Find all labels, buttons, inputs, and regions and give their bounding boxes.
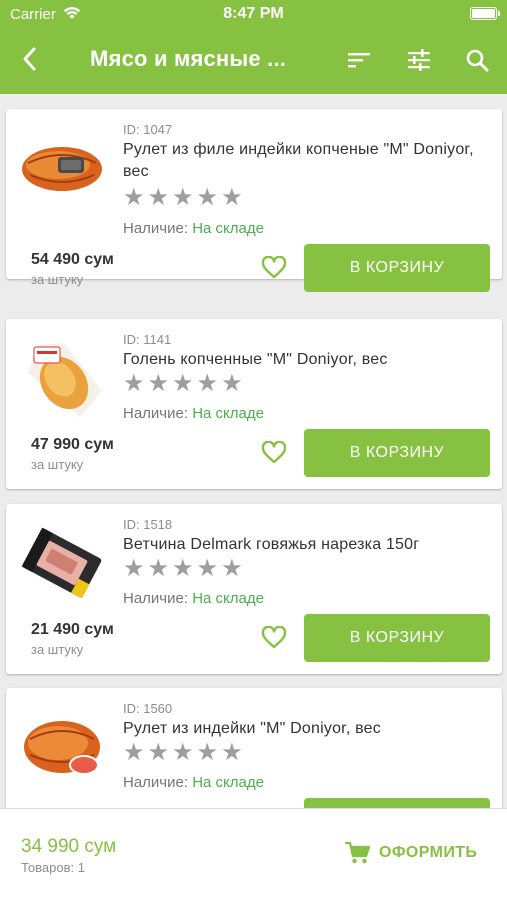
product-id: ID: 1047 [123, 122, 173, 137]
rating-stars: ★ ★ ★ ★ ★ [123, 741, 243, 765]
chevron-left-icon [23, 47, 36, 71]
star-icon: ★ [196, 555, 219, 582]
product-card[interactable]: ID: 1141 Голень копченные "М" Doniyor, в… [6, 319, 502, 489]
star-icon: ★ [172, 184, 194, 211]
availability: Наличие: На складе [123, 220, 264, 237]
cart-items-count: Товаров: 1 [21, 860, 85, 875]
product-name[interactable]: Рулет из индейки "М" Doniyor, вес [123, 718, 488, 740]
product-list[interactable]: ID: 1047 Рулет из филе индейки копченые … [0, 94, 507, 808]
star-icon: ★ [147, 184, 170, 211]
product-card[interactable]: ID: 1047 Рулет из филе индейки копченые … [6, 109, 502, 292]
product-image[interactable] [18, 516, 106, 610]
star-icon: ★ [196, 370, 219, 397]
cart-icon [345, 841, 371, 864]
sort-icon [348, 53, 370, 68]
search-icon [466, 49, 489, 72]
product-card[interactable]: ID: 1560 Рулет из индейки "М" Doniyor, в… [6, 688, 502, 808]
product-id: ID: 1518 [123, 517, 173, 532]
stock-status: На складе [192, 220, 264, 237]
availability-label: Наличие: [123, 774, 189, 791]
checkout-button[interactable]: ОФОРМИТЬ [345, 841, 477, 865]
product-name[interactable]: Ветчина Delmark говяжья нарезка 150г [123, 534, 488, 556]
availability-label: Наличие: [123, 405, 189, 422]
cart-summary-bar: 34 990 сум Товаров: 1 ОФОРМИТЬ [0, 808, 507, 900]
product-image[interactable] [18, 121, 106, 215]
price-unit: за штуку [31, 642, 84, 657]
star-icon: ★ [147, 370, 170, 397]
price-unit: за штуку [31, 457, 84, 472]
star-icon: ★ [123, 184, 145, 211]
star-icon: ★ [123, 555, 145, 582]
product-card[interactable]: ID: 1518 Ветчина Delmark говяжья нарезка… [6, 504, 502, 674]
availability-label: Наличие: [123, 590, 189, 607]
star-icon: ★ [147, 555, 170, 582]
add-to-cart-button[interactable]: В КОРЗИНУ [304, 429, 490, 477]
star-icon: ★ [123, 739, 145, 766]
star-icon: ★ [172, 739, 194, 766]
star-icon: ★ [221, 555, 243, 582]
add-to-cart-button[interactable] [304, 798, 490, 808]
checkout-label: ОФОРМИТЬ [379, 844, 478, 861]
product-price: 21 490 сум [31, 621, 114, 638]
star-icon: ★ [172, 370, 194, 397]
availability: Наличие: На складе [123, 774, 264, 791]
star-icon: ★ [221, 184, 243, 211]
favorite-button[interactable] [259, 438, 289, 468]
star-icon: ★ [196, 184, 219, 211]
availability: Наличие: На складе [123, 590, 264, 607]
nav-bar: Мясо и мясные ... [0, 28, 507, 94]
rating-stars: ★ ★ ★ ★ ★ [123, 372, 243, 396]
product-image[interactable] [18, 700, 106, 794]
add-to-cart-button[interactable]: В КОРЗИНУ [304, 614, 490, 662]
add-to-cart-button[interactable]: В КОРЗИНУ [304, 244, 490, 292]
star-icon: ★ [221, 370, 243, 397]
star-icon: ★ [147, 739, 170, 766]
product-price: 47 990 сум [31, 436, 114, 453]
heart-icon [261, 626, 287, 649]
product-name[interactable]: Голень копченные "М" Doniyor, вес [123, 349, 488, 371]
stock-status: На складе [192, 774, 264, 791]
heart-icon [261, 256, 287, 279]
battery-icon [470, 7, 500, 20]
stock-status: На складе [192, 590, 264, 607]
favorite-button[interactable] [259, 623, 289, 653]
star-icon: ★ [123, 370, 145, 397]
product-id: ID: 1141 [123, 332, 172, 347]
rating-stars: ★ ★ ★ ★ ★ [123, 186, 243, 210]
price-unit: за штуку [31, 272, 84, 287]
heart-icon [261, 441, 287, 464]
favorite-button[interactable] [259, 253, 289, 283]
filter-button[interactable] [404, 45, 434, 75]
product-image[interactable] [18, 331, 106, 425]
availability-label: Наличие: [123, 220, 189, 237]
page-title: Мясо и мясные ... [90, 46, 287, 71]
app-header: Carrier 8:47 PM Мясо и мясные ... [0, 0, 507, 94]
product-name[interactable]: Рулет из филе индейки копченые "М" Doniy… [123, 139, 488, 183]
search-button[interactable] [462, 45, 492, 75]
rating-stars: ★ ★ ★ ★ ★ [123, 557, 243, 581]
product-price: 54 490 сум [31, 251, 114, 268]
star-icon: ★ [172, 555, 194, 582]
product-id: ID: 1560 [123, 701, 173, 716]
cart-total: 34 990 сум [21, 836, 117, 857]
availability: Наличие: На складе [123, 405, 264, 422]
stock-status: На складе [192, 405, 264, 422]
star-icon: ★ [196, 739, 219, 766]
sort-button[interactable] [344, 45, 374, 75]
status-bar: Carrier 8:47 PM [0, 0, 507, 28]
tune-icon [408, 49, 430, 71]
star-icon: ★ [221, 739, 243, 766]
clock: 8:47 PM [223, 5, 284, 22]
back-button[interactable] [14, 44, 44, 74]
